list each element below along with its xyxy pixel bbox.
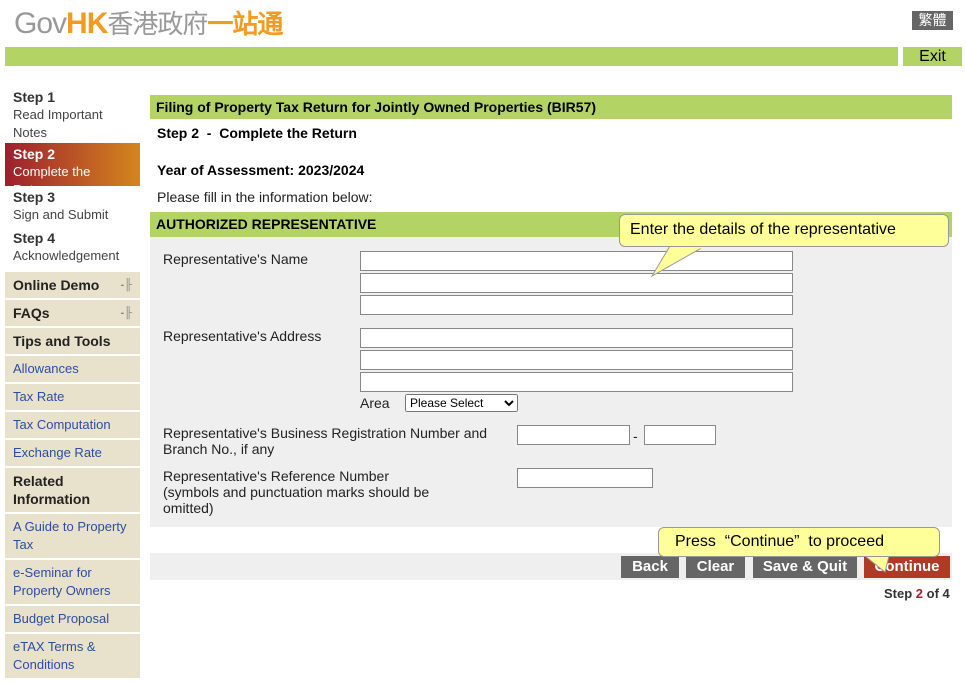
clear-button[interactable]: Clear [686,556,745,578]
sidebar-item-exchange-rate[interactable]: Exchange Rate [5,440,140,468]
sidebar-item-e-seminar-for-property-owners[interactable]: e-Seminar for Property Owners [5,560,140,606]
step-label: Sign and Submit [13,207,109,222]
sidebar-item-a-guide-to-property-tax[interactable]: A Guide to Property Tax [5,514,140,560]
name-input-line-2[interactable] [360,273,793,293]
branch-no-input[interactable] [644,425,716,445]
sidebar-item-label: eTAX Terms & Conditions [13,639,96,672]
language-toggle-button[interactable]: 繁體 [912,11,953,30]
address-input-line-2[interactable] [360,350,793,370]
sidebar-item-online-demo[interactable]: Online Demo -╟ [5,272,140,300]
area-select[interactable]: Please Select [405,394,518,412]
top-bar [5,47,898,66]
sidebar-item-label: Budget Proposal [13,611,110,626]
reference-note: (symbols and punctuation marks should be… [163,484,430,516]
name-input-line-1[interactable] [360,251,793,271]
sidebar-item-allowances[interactable]: Allowances [5,356,140,384]
sidebar-item-faqs[interactable]: FAQs -╟ [5,300,140,328]
sidebar-step-1: Step 1 Read Important Notes [5,86,140,143]
sidebar-item-label: FAQs [13,305,50,321]
brn-input[interactable] [517,425,630,445]
sidebar-item-tax-computation[interactable]: Tax Computation [5,412,140,440]
sidebar-item-label: Online Demo [13,277,100,293]
representative-callout: Enter the details of the representative [619,214,949,247]
brn-separator: - [633,428,638,444]
step-progress: Step 2 of 4 [884,586,950,601]
sidebar-item-label: Allowances [13,361,79,376]
back-button[interactable]: Back [621,556,679,578]
step-title: Step 1 [13,89,56,105]
sidebar: Step 1 Read Important Notes Step 2 Complete… [5,86,140,680]
sidebar-item-label: Tips and Tools [13,333,111,349]
address-label: Representative's Address [163,328,322,344]
reference-input[interactable] [517,468,653,488]
sidebar-step-2: Step 2 Complete the Return [5,143,140,197]
brn-label: Representative's Business Registration N… [163,425,488,457]
exit-button[interactable]: Exit [903,47,962,66]
sidebar-item-etax-terms-conditions[interactable]: eTAX Terms & Conditions [5,634,140,680]
name-input-line-3[interactable] [360,295,793,315]
sidebar-item-label: Tax Rate [13,389,65,404]
area-label: Area [360,395,390,411]
address-input-line-1[interactable] [360,328,793,348]
sidebar-item-label: e-Seminar for Property Owners [13,565,111,598]
sidebar-item-related-information: Related Information [5,468,140,514]
step-heading: Step 2 - Complete the Return [157,125,357,141]
year-of-assessment: Year of Assessment: 2023/2024 [157,162,365,178]
govhk-logo[interactable]: GovHK香港政府一站通 [14,4,283,41]
step-label: Acknowledgement [13,248,120,263]
sidebar-item-label: Related Information [13,473,90,507]
step-label: Read Important Notes [13,107,103,140]
continue-callout: Press “Continue” to proceed [658,527,940,557]
step-title: Step 3 [13,189,56,205]
step-title: Step 2 [13,146,56,162]
sidebar-step-3: Step 3 Sign and Submit [5,186,140,227]
sidebar-item-budget-proposal[interactable]: Budget Proposal [5,606,140,634]
expand-arrow-icon: -╟ [120,279,132,291]
sidebar-item-tips-and-tools: Tips and Tools [5,328,140,356]
page-title: Filing of Property Tax Return for Jointl… [150,95,952,119]
reference-label: Representative's Reference Number [163,468,390,484]
sidebar-item-label: A Guide to Property Tax [13,519,127,552]
sidebar-item-label: Exchange Rate [13,445,102,460]
sidebar-item-tax-rate[interactable]: Tax Rate [5,384,140,412]
name-label: Representative's Name [163,251,309,267]
sidebar-item-label: Tax Computation [13,417,111,432]
step-title: Step 4 [13,230,56,246]
sidebar-step-4: Step 4 Acknowledgement [5,227,140,268]
instruction-text: Please fill in the information below: [157,189,373,205]
address-input-line-3[interactable] [360,372,793,392]
expand-arrow-icon: -╟ [120,307,132,319]
